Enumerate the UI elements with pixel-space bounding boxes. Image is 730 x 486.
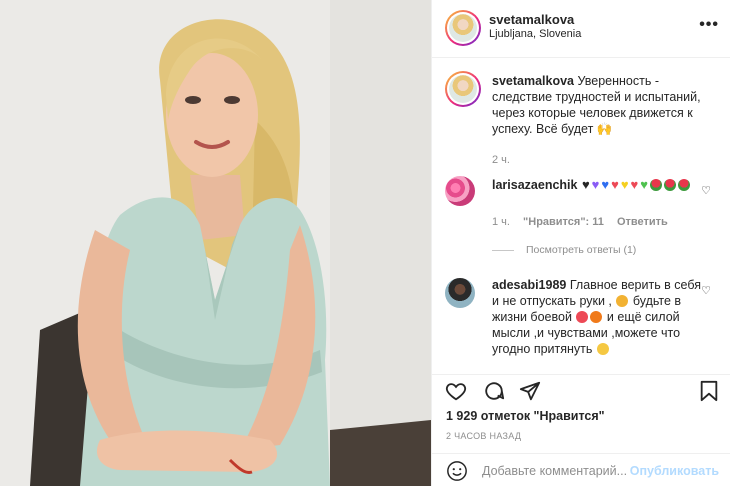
smile-emoji bbox=[596, 343, 609, 355]
more-dots-icon[interactable]: ••• bbox=[699, 16, 719, 34]
rose-emoji bbox=[649, 179, 662, 191]
reply-button[interactable]: Ответить bbox=[617, 216, 668, 228]
caption-username[interactable]: svetamalkova bbox=[492, 74, 574, 88]
heart-emoji: ♥ bbox=[601, 177, 610, 192]
heart-icon[interactable] bbox=[444, 379, 468, 403]
comment-username[interactable]: larisazaenchik bbox=[492, 178, 577, 192]
comment-avatar[interactable] bbox=[445, 278, 475, 308]
post-side-panel: svetamalkova Ljubljana, Slovenia ••• sve… bbox=[431, 0, 730, 486]
add-comment-bar: Добавьте комментарий... Опубликовать bbox=[432, 453, 730, 486]
post-time[interactable]: 2 ЧАСОВ НАЗАД bbox=[446, 431, 521, 441]
view-replies[interactable]: Посмотреть ответы (1) bbox=[492, 244, 636, 256]
comment-item: larisazaenchik ♥ ♥ ♥ ♥ ♥ ♥ ♥ ♡ 1 ч. "Нравится"… bbox=[432, 174, 730, 274]
comment-meta: 1 ч. "Нравится": 11 Ответить bbox=[492, 216, 678, 228]
caption-avatar[interactable] bbox=[445, 71, 481, 107]
heart-emoji: ♥ bbox=[611, 177, 619, 192]
comment-time[interactable]: 1 ч. bbox=[492, 216, 510, 228]
post-actions: 1 929 отметок "Нравится" 2 ЧАСОВ НАЗАД Д… bbox=[432, 374, 730, 486]
comment-body: adesabi1989 Главное верить в себя и не о… bbox=[492, 277, 702, 357]
comments-list[interactable]: svetamalkova Уверенность - следствие тру… bbox=[432, 58, 730, 374]
author-avatar[interactable] bbox=[445, 10, 481, 46]
comment-like-heart-icon[interactable]: ♡ bbox=[701, 284, 711, 297]
clap-emoji bbox=[616, 295, 629, 307]
caption-time[interactable]: 2 ч. bbox=[492, 154, 510, 166]
comment-avatar[interactable] bbox=[445, 176, 475, 206]
share-icon[interactable] bbox=[518, 379, 542, 403]
caption: svetamalkova Уверенность - следствие тру… bbox=[432, 68, 730, 168]
caption-emoji: 🙌 bbox=[596, 122, 613, 136]
publish-button[interactable]: Опубликовать bbox=[630, 464, 719, 478]
comment-likes[interactable]: "Нравится": 11 bbox=[523, 216, 604, 228]
likes-count[interactable]: 1 929 отметок "Нравится" bbox=[446, 409, 605, 423]
heart-emoji: ♥ bbox=[581, 177, 590, 192]
view-replies-line bbox=[492, 249, 514, 251]
post-header: svetamalkova Ljubljana, Slovenia ••• bbox=[432, 0, 730, 58]
heart-emoji: ♥ bbox=[640, 177, 648, 192]
rose-emoji bbox=[663, 179, 676, 191]
heart-emoji: ♥ bbox=[620, 177, 629, 192]
smiley-icon[interactable] bbox=[445, 459, 469, 483]
heart-emojis: ♥ ♥ ♥ ♥ ♥ ♥ ♥ bbox=[581, 177, 691, 192]
bookmark-icon[interactable] bbox=[697, 379, 721, 403]
fire-emoji bbox=[590, 311, 603, 323]
heart-emoji: ♥ bbox=[591, 177, 600, 192]
post-photo[interactable] bbox=[0, 0, 431, 486]
view-replies-label[interactable]: Посмотреть ответы (1) bbox=[526, 244, 636, 256]
photo-illustration bbox=[0, 0, 431, 486]
red-heart-emoji bbox=[576, 311, 589, 323]
caption-body: svetamalkova Уверенность - следствие тру… bbox=[492, 73, 702, 137]
rose-emoji bbox=[677, 179, 690, 191]
comment-body: larisazaenchik ♥ ♥ ♥ ♥ ♥ ♥ ♥ bbox=[492, 177, 702, 193]
post-location[interactable]: Ljubljana, Slovenia bbox=[489, 28, 581, 40]
comment-like-heart-icon[interactable]: ♡ bbox=[701, 184, 711, 197]
comment-icon[interactable] bbox=[482, 379, 506, 403]
comment-username[interactable]: adesabi1989 bbox=[492, 278, 566, 292]
caption-meta: 2 ч. bbox=[492, 154, 520, 166]
comment-input[interactable]: Добавьте комментарий... bbox=[482, 464, 627, 478]
author-username[interactable]: svetamalkova bbox=[489, 12, 574, 27]
comment-item: adesabi1989 Главное верить в себя и не о… bbox=[432, 276, 730, 374]
heart-emoji: ♥ bbox=[630, 177, 639, 192]
